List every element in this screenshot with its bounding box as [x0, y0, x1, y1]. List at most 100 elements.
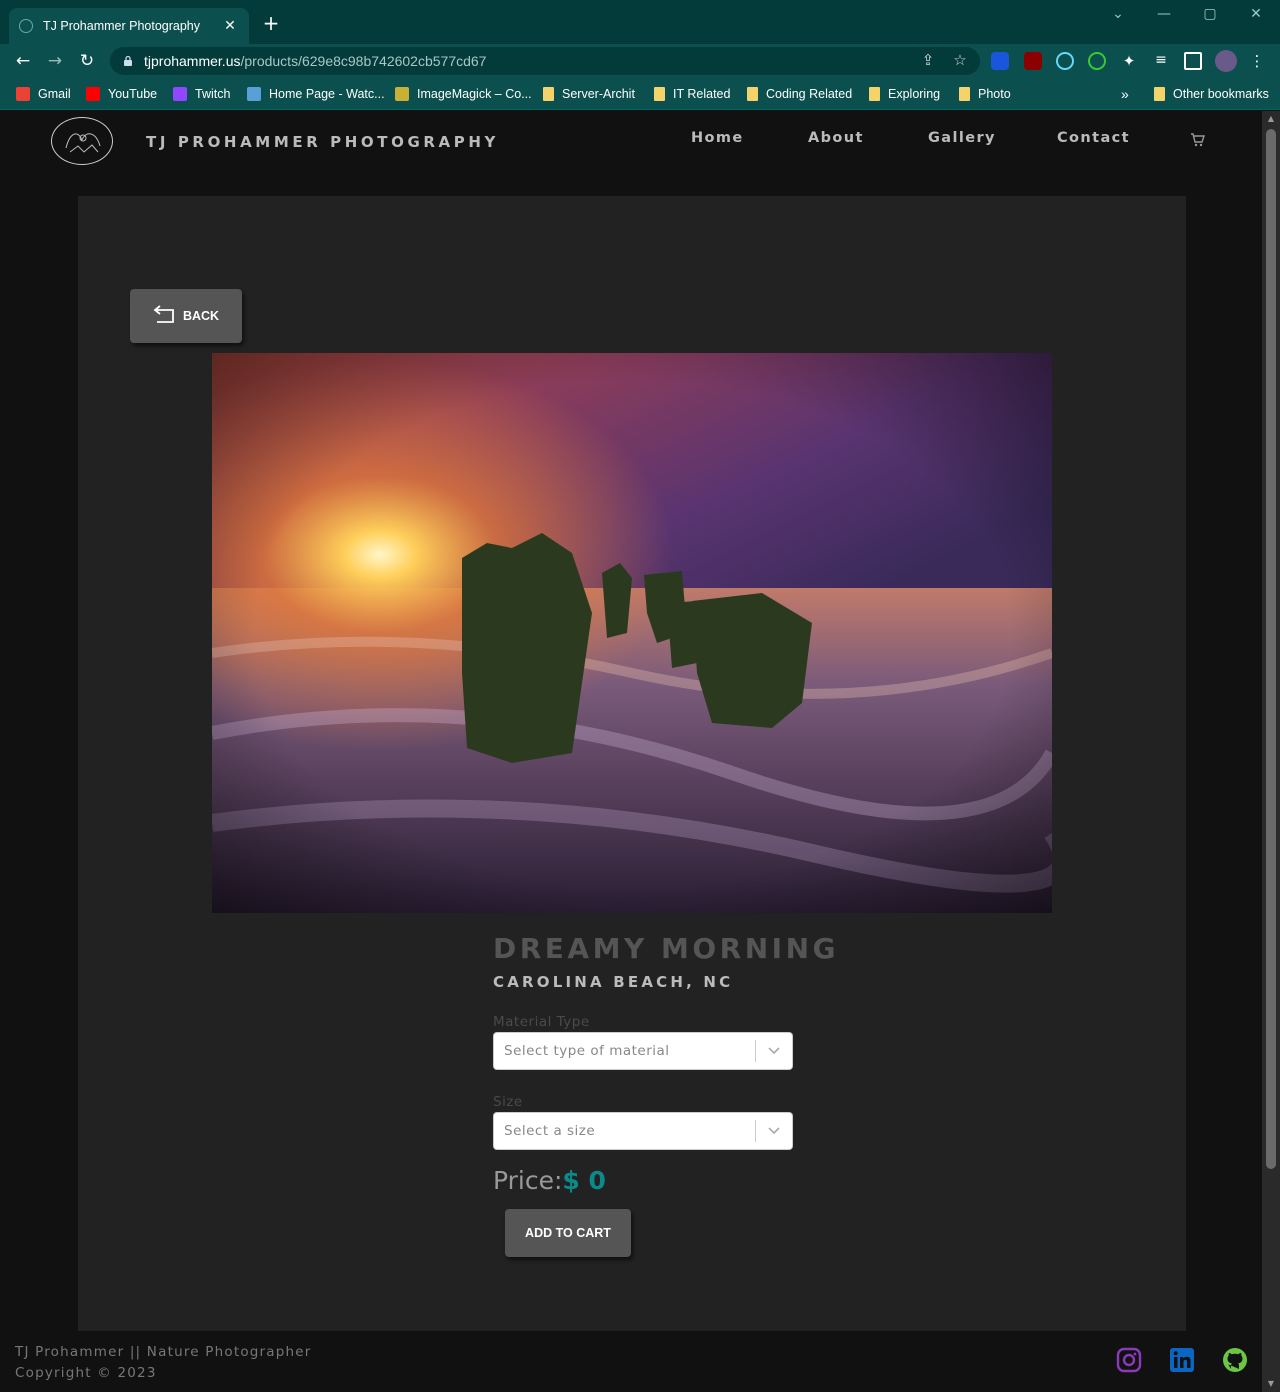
tab-close-icon[interactable]: ✕	[221, 18, 239, 34]
material-type-label: Material Type	[493, 1014, 590, 1030]
reading-list-icon[interactable]: ≡	[1152, 52, 1170, 70]
maximize-icon[interactable]: ▢	[1187, 6, 1233, 26]
chevron-down-icon[interactable]	[756, 1112, 792, 1150]
bookmark-label: Gmail	[38, 87, 71, 101]
return-arrow-icon	[153, 304, 175, 328]
nav-contact[interactable]: Contact	[1057, 130, 1130, 146]
folder-icon	[654, 87, 665, 101]
gmail-icon	[16, 87, 30, 101]
react-devtools-icon[interactable]	[1056, 52, 1074, 70]
twitch-icon	[173, 87, 187, 101]
github-icon[interactable]	[1222, 1347, 1248, 1373]
bookmarks-overflow-button[interactable]: »	[1121, 85, 1129, 103]
bookmark-youtube[interactable]: YouTube	[86, 85, 157, 103]
bookmark-label: IT Related	[673, 87, 731, 101]
bookmark-label: Photo	[978, 87, 1011, 101]
bookmark-label: ImageMagick – Co...	[417, 87, 532, 101]
scroll-up-icon[interactable]: ▲	[1262, 114, 1280, 123]
add-to-cart-label: ADD TO CART	[525, 1226, 611, 1240]
forward-arrow-icon[interactable]: →	[44, 50, 66, 72]
folder-icon	[959, 87, 970, 101]
lock-icon	[122, 55, 134, 67]
url-text: tjprohammer.us/products/629e8c98b742602c…	[144, 53, 486, 69]
bitwarden-icon[interactable]	[991, 52, 1009, 70]
product-title: DREAMY MORNING	[493, 932, 839, 965]
site-brand[interactable]: TJ PROHAMMER PHOTOGRAPHY	[146, 133, 499, 151]
cart-icon[interactable]	[1190, 132, 1206, 148]
chevron-down-icon[interactable]	[756, 1032, 792, 1070]
bookmark-gmail[interactable]: Gmail	[16, 85, 71, 103]
site-logo[interactable]	[51, 117, 113, 165]
folder-icon	[869, 87, 880, 101]
bookmark-twitch[interactable]: Twitch	[173, 85, 230, 103]
material-type-select[interactable]: Select type of material	[493, 1032, 793, 1070]
other-bookmarks-folder[interactable]: Other bookmarks	[1154, 85, 1269, 103]
bookmark-folder-coding[interactable]: Coding Related	[747, 85, 852, 103]
scrollbar-thumb[interactable]	[1266, 129, 1276, 1169]
product-photo	[212, 353, 1052, 913]
back-arrow-icon[interactable]: ←	[12, 50, 34, 72]
browser-tab-active[interactable]: TJ Prohammer Photography ✕	[9, 8, 249, 44]
reload-icon[interactable]: ↻	[76, 50, 98, 72]
bookmark-label: YouTube	[108, 87, 158, 101]
bookmark-folder-exploring[interactable]: Exploring	[869, 85, 940, 103]
bookmarks-bar: Gmail YouTube Twitch Home Page - Watc...…	[0, 78, 1280, 110]
bookmark-imagemagick[interactable]: ImageMagick – Co...	[395, 85, 532, 103]
product-location: CAROLINA BEACH, NC	[493, 973, 734, 991]
scroll-down-icon[interactable]: ▼	[1262, 1379, 1280, 1388]
add-to-cart-button[interactable]: ADD TO CART	[505, 1209, 631, 1257]
tab-title: TJ Prohammer Photography	[43, 19, 201, 33]
kebab-menu-icon[interactable]: ⋮	[1248, 52, 1266, 70]
url-host: tjprohammer.us	[144, 53, 241, 69]
linkedin-icon[interactable]	[1169, 1347, 1195, 1373]
page-scrollbar[interactable]: ▲ ▼	[1262, 111, 1280, 1392]
puzzle-icon[interactable]: ✦	[1120, 52, 1138, 70]
side-panel-icon[interactable]	[1184, 52, 1202, 70]
site-icon	[247, 87, 261, 101]
profile-avatar[interactable]	[1215, 50, 1237, 72]
folder-icon	[543, 87, 554, 101]
folder-icon	[1154, 87, 1165, 101]
tab-search-icon[interactable]: ⌄	[1095, 6, 1141, 26]
size-placeholder: Select a size	[504, 1123, 596, 1139]
material-type-placeholder: Select type of material	[504, 1043, 670, 1059]
size-select[interactable]: Select a size	[493, 1112, 793, 1150]
ublock-icon[interactable]	[1024, 52, 1042, 70]
nav-gallery[interactable]: Gallery	[928, 130, 996, 146]
star-icon[interactable]: ☆	[950, 51, 970, 69]
price-display: Price:$ 0	[493, 1166, 606, 1195]
price-value: $ 0	[562, 1166, 606, 1195]
back-button[interactable]: BACK	[130, 289, 242, 343]
bookmark-label: Home Page - Watc...	[269, 87, 385, 101]
size-label: Size	[493, 1094, 523, 1110]
bookmark-label: Other bookmarks	[1173, 87, 1269, 101]
browser-tab-strip: TJ Prohammer Photography ✕ + ⌄ — ▢ ✕	[0, 0, 1280, 44]
extension-ring-icon[interactable]	[1088, 52, 1106, 70]
url-path: /products/629e8c98b742602cb577cd67	[240, 53, 487, 69]
instagram-icon[interactable]	[1116, 1347, 1142, 1373]
browser-toolbar: ← → ↻ tjprohammer.us/products/629e8c98b7…	[0, 44, 1280, 78]
footer-copyright: Copyright © 2023	[15, 1365, 157, 1381]
share-icon[interactable]: ⇪	[918, 51, 938, 69]
wand-icon	[395, 87, 409, 101]
site-footer: TJ Prohammer || Nature Photographer Copy…	[0, 1331, 1262, 1392]
product-panel: BACK DREAMY MORNING CAROLINA BEACH, NC M…	[78, 196, 1186, 1331]
new-tab-button[interactable]: +	[262, 13, 280, 33]
nav-home[interactable]: Home	[691, 130, 744, 146]
bookmark-folder-server[interactable]: Server-Archit	[543, 85, 635, 103]
bookmark-label: Server-Archit	[562, 87, 635, 101]
bookmark-label: Twitch	[195, 87, 231, 101]
bookmark-home-page[interactable]: Home Page - Watc...	[247, 85, 385, 103]
address-bar[interactable]: tjprohammer.us/products/629e8c98b742602c…	[110, 47, 980, 75]
bookmark-label: Exploring	[888, 87, 941, 101]
nav-about[interactable]: About	[808, 130, 864, 146]
footer-tagline: TJ Prohammer || Nature Photographer	[15, 1344, 312, 1360]
minimize-icon[interactable]: —	[1141, 6, 1187, 26]
close-window-icon[interactable]: ✕	[1233, 6, 1279, 26]
folder-icon	[747, 87, 758, 101]
back-button-label: BACK	[182, 309, 220, 323]
youtube-icon	[86, 87, 100, 101]
price-label: Price:	[493, 1166, 563, 1195]
bookmark-folder-it[interactable]: IT Related	[654, 85, 730, 103]
bookmark-folder-photo[interactable]: Photo	[959, 85, 1011, 103]
